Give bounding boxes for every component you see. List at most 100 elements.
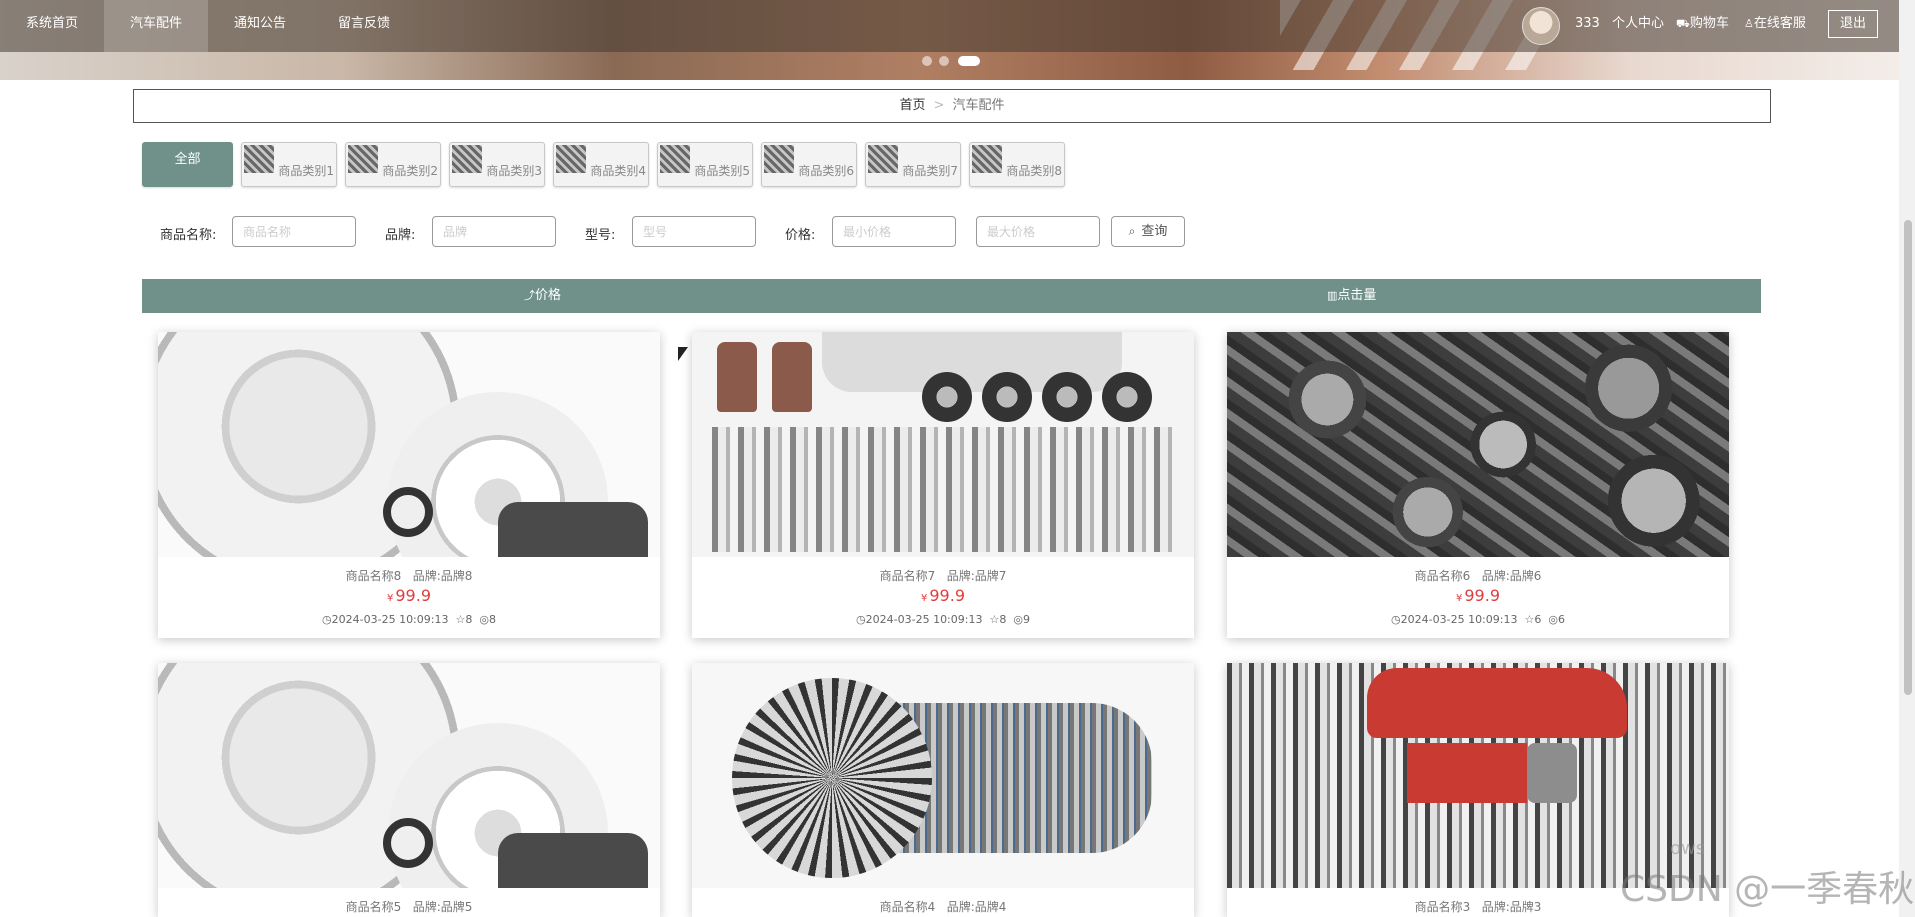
category-label: 商品类别3 — [486, 164, 542, 178]
image-shape — [1407, 743, 1527, 803]
product-title-line: 商品名称7 品牌:品牌7 — [692, 567, 1194, 584]
star-icon: ☆ — [455, 613, 466, 626]
scrollbar-thumb[interactable] — [1904, 220, 1912, 695]
min-price-input[interactable] — [832, 216, 956, 247]
product-brand: 品牌:品牌4 — [946, 900, 1007, 914]
product-image[interactable] — [1227, 332, 1729, 557]
category-2[interactable]: 商品类别2 — [345, 142, 441, 187]
category-5[interactable]: 商品类别5 — [657, 142, 753, 187]
search-button[interactable]: ⌕ 查询 — [1111, 216, 1185, 247]
user-avatar[interactable] — [1522, 7, 1560, 45]
star-icon: ☆ — [989, 613, 1000, 626]
carousel-dot-active[interactable] — [958, 56, 980, 66]
category-thumbnail — [556, 145, 586, 173]
cart-label: 购物车 — [1689, 16, 1729, 31]
breadcrumb-home[interactable]: 首页 — [900, 98, 926, 113]
category-thumbnail — [348, 145, 378, 173]
breadcrumb-separator: > — [933, 98, 945, 113]
category-label: 商品类别2 — [382, 164, 438, 178]
product-image[interactable] — [692, 663, 1194, 888]
category-1[interactable]: 商品类别1 — [241, 142, 337, 187]
product-date: 2024-03-25 10:09:13 — [865, 613, 983, 626]
product-brand: 品牌:品牌8 — [412, 569, 473, 583]
product-price-line: ¥99.9 — [158, 586, 660, 605]
category-label: 全部 — [174, 152, 201, 167]
product-title: 商品名称4 — [879, 900, 936, 914]
carousel-dot[interactable] — [922, 56, 932, 66]
model-input[interactable] — [632, 216, 756, 247]
brand-filter-label: 品牌: — [385, 228, 416, 243]
product-price: 99.9 — [929, 586, 965, 605]
clock-icon: ◷ — [856, 613, 866, 626]
product-brand: 品牌:品牌6 — [1481, 569, 1542, 583]
breadcrumb: 首页 > 汽车配件 — [133, 89, 1771, 123]
product-card[interactable]: 商品名称8 品牌:品牌8 ¥99.9 ◷2024-03-25 10:09:13 … — [158, 332, 660, 638]
sort-by-clicks[interactable]: ▥点击量 — [1327, 279, 1376, 313]
profile-link[interactable]: 个人中心 — [1612, 0, 1664, 47]
product-title: 商品名称5 — [345, 900, 402, 914]
cart-link[interactable]: ⛟购物车 — [1676, 0, 1729, 47]
nav-notices[interactable]: 通知公告 — [208, 0, 312, 52]
product-image[interactable] — [158, 663, 660, 888]
csdn-watermark: CSDN @一季春秋 — [1620, 869, 1915, 910]
product-title: 商品名称8 — [345, 569, 402, 583]
category-8[interactable]: 商品类别8 — [969, 142, 1065, 187]
name-filter-label: 商品名称: — [160, 228, 217, 243]
product-likes: 8 — [465, 613, 473, 626]
product-image[interactable] — [158, 332, 660, 557]
service-link[interactable]: ♙在线客服 — [1744, 0, 1806, 47]
eye-icon: ◎ — [479, 613, 489, 626]
max-price-input[interactable] — [976, 216, 1100, 247]
category-6[interactable]: 商品类别6 — [761, 142, 857, 187]
image-shape — [383, 487, 433, 537]
product-card[interactable]: 商品名称4 品牌:品牌4 — [692, 663, 1194, 917]
sort-by-price[interactable]: ⤴价格 — [524, 279, 561, 313]
category-thumbnail — [660, 145, 690, 173]
nav-home[interactable]: 系统首页 — [0, 0, 104, 52]
product-likes: 6 — [1534, 613, 1542, 626]
product-image[interactable] — [692, 332, 1194, 557]
image-shape — [1527, 743, 1577, 803]
cart-icon: ⛟ — [1676, 17, 1690, 30]
image-shape — [1367, 668, 1627, 738]
product-date: 2024-03-25 10:09:13 — [331, 613, 449, 626]
nav-car-parts[interactable]: 汽车配件 — [104, 0, 208, 52]
image-shape — [982, 372, 1032, 422]
product-image[interactable] — [1227, 663, 1729, 888]
product-views: 8 — [488, 613, 496, 626]
product-price: 99.9 — [1464, 586, 1500, 605]
product-card[interactable]: 商品名称6 品牌:品牌6 ¥99.9 ◷2024-03-25 10:09:13 … — [1227, 332, 1729, 638]
category-7[interactable]: 商品类别7 — [865, 142, 961, 187]
category-label: 商品类别5 — [694, 164, 750, 178]
product-price-line: ¥99.9 — [692, 586, 1194, 605]
image-shape — [712, 427, 1172, 552]
image-shape — [1042, 372, 1092, 422]
product-title-line: 商品名称4 品牌:品牌4 — [692, 898, 1194, 915]
image-shape — [498, 833, 648, 888]
image-shape — [498, 502, 648, 557]
image-shape — [732, 678, 932, 878]
currency-symbol: ¥ — [387, 593, 394, 604]
product-brand: 品牌:品牌7 — [946, 569, 1007, 583]
product-card[interactable]: 商品名称7 品牌:品牌7 ¥99.9 ◷2024-03-25 10:09:13 … — [692, 332, 1194, 638]
star-icon: ☆ — [1524, 613, 1535, 626]
image-shape — [383, 818, 433, 868]
model-filter-label: 型号: — [585, 228, 616, 243]
user-icon: ♙ — [1744, 17, 1754, 30]
mouse-cursor-icon — [678, 347, 688, 361]
category-thumbnail — [764, 145, 794, 173]
category-4[interactable]: 商品类别4 — [553, 142, 649, 187]
logout-button[interactable]: 退出 — [1828, 10, 1878, 38]
brand-input[interactable] — [432, 216, 556, 247]
product-card[interactable]: 商品名称5 品牌:品牌5 — [158, 663, 660, 917]
product-brand: 品牌:品牌3 — [1481, 900, 1542, 914]
carousel-dot[interactable] — [939, 56, 949, 66]
name-input[interactable] — [232, 216, 356, 247]
search-label: 查询 — [1141, 224, 1168, 239]
product-brand: 品牌:品牌5 — [412, 900, 473, 914]
category-3[interactable]: 商品类别3 — [449, 142, 545, 187]
nav-feedback[interactable]: 留言反馈 — [312, 0, 416, 52]
search-icon: ⌕ — [1128, 224, 1136, 238]
category-all[interactable]: 全部 — [142, 142, 233, 187]
category-label: 商品类别6 — [798, 164, 854, 178]
